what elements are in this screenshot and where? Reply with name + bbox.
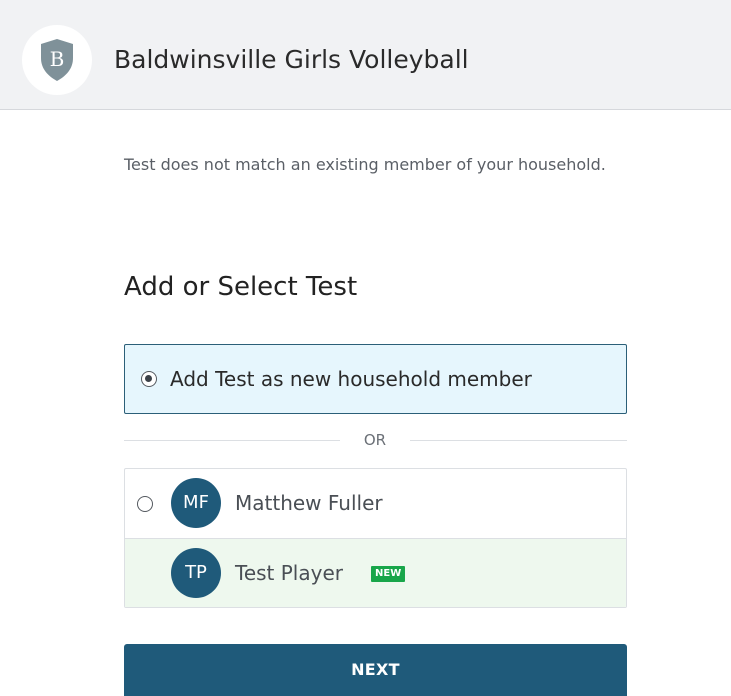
add-new-member-radio[interactable]: [141, 371, 157, 387]
next-button[interactable]: NEXT: [124, 644, 627, 696]
divider-or: OR: [363, 431, 387, 449]
org-name: Baldwinsville Girls Volleyball: [114, 45, 469, 74]
add-new-member-option[interactable]: Add Test as new household member: [124, 344, 627, 414]
member-row-matthew-fuller[interactable]: MF Matthew Fuller: [125, 469, 626, 539]
divider-line-right: [410, 440, 627, 441]
new-badge: NEW: [371, 566, 406, 582]
org-logo: B: [22, 25, 92, 95]
no-match-notice: Test does not match an existing member o…: [124, 155, 606, 174]
member-radio[interactable]: [137, 496, 153, 512]
shield-icon: B: [41, 39, 73, 81]
member-name: Test Player: [235, 561, 343, 585]
avatar: MF: [171, 478, 221, 528]
page-header: B Baldwinsville Girls Volleyball: [0, 0, 731, 110]
avatar: TP: [171, 548, 221, 598]
member-row-test-player: TP Test Player NEW: [125, 539, 626, 607]
household-member-list: MF Matthew Fuller TP Test Player NEW: [124, 468, 627, 608]
section-heading: Add or Select Test: [124, 272, 358, 302]
add-new-member-label: Add Test as new household member: [170, 367, 532, 391]
member-name: Matthew Fuller: [235, 491, 383, 515]
divider-line-left: [124, 440, 340, 441]
logo-letter: B: [50, 47, 65, 71]
